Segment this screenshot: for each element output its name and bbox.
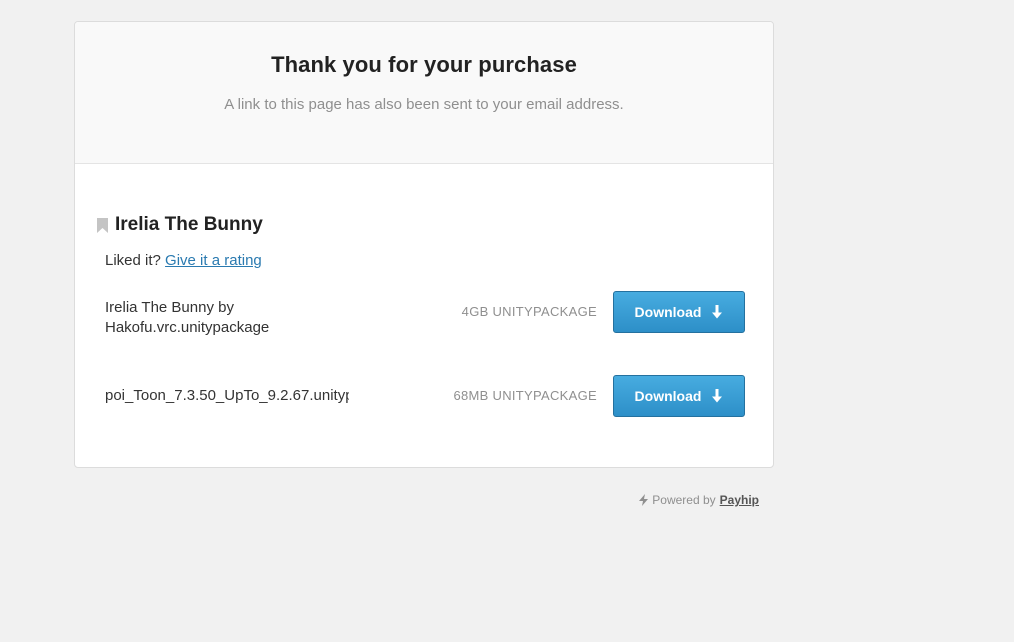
file-size-type: 4GB UNITYPACKAGE (461, 304, 597, 319)
arrow-down-icon (712, 389, 723, 403)
purchase-card: Thank you for your purchase A link to th… (74, 21, 774, 468)
give-rating-link[interactable]: Give it a rating (165, 252, 262, 269)
download-button-label: Download (634, 304, 702, 320)
file-name: Irelia The Bunny by Hakofu.vrc.unitypack… (105, 299, 270, 336)
product-section: Irelia The Bunny Liked it? Give it a rat… (97, 214, 747, 269)
page-title: Thank you for your purchase (271, 52, 577, 77)
bookmark-icon (97, 217, 108, 233)
file-name: poi_Toon_7.3.50_UpTo_9.2.67.unitypackage (105, 387, 349, 404)
product-title-row: Irelia The Bunny (97, 214, 747, 236)
file-row: Irelia The Bunny by Hakofu.vrc.unitypack… (105, 291, 745, 336)
download-button-label: Download (634, 388, 702, 404)
card-header: Thank you for your purchase A link to th… (75, 22, 773, 164)
powered-by-footer: Powered by Payhip (639, 493, 759, 507)
download-button[interactable]: Download (613, 375, 745, 417)
file-row: poi_Toon_7.3.50_UpTo_9.2.67.unitypackage… (105, 375, 745, 417)
bolt-icon (639, 494, 649, 506)
product-title: Irelia The Bunny (115, 214, 263, 235)
file-size-type: 68MB UNITYPACKAGE (453, 388, 597, 403)
payhip-link[interactable]: Payhip (720, 493, 759, 507)
powered-by-label: Powered by (652, 493, 716, 507)
page-subtitle: A link to this page has also been sent t… (224, 96, 624, 113)
download-button[interactable]: Download (613, 291, 745, 333)
rating-prompt: Liked it? Give it a rating (105, 252, 747, 269)
rating-prefix: Liked it? (105, 252, 161, 269)
arrow-down-icon (712, 305, 723, 319)
